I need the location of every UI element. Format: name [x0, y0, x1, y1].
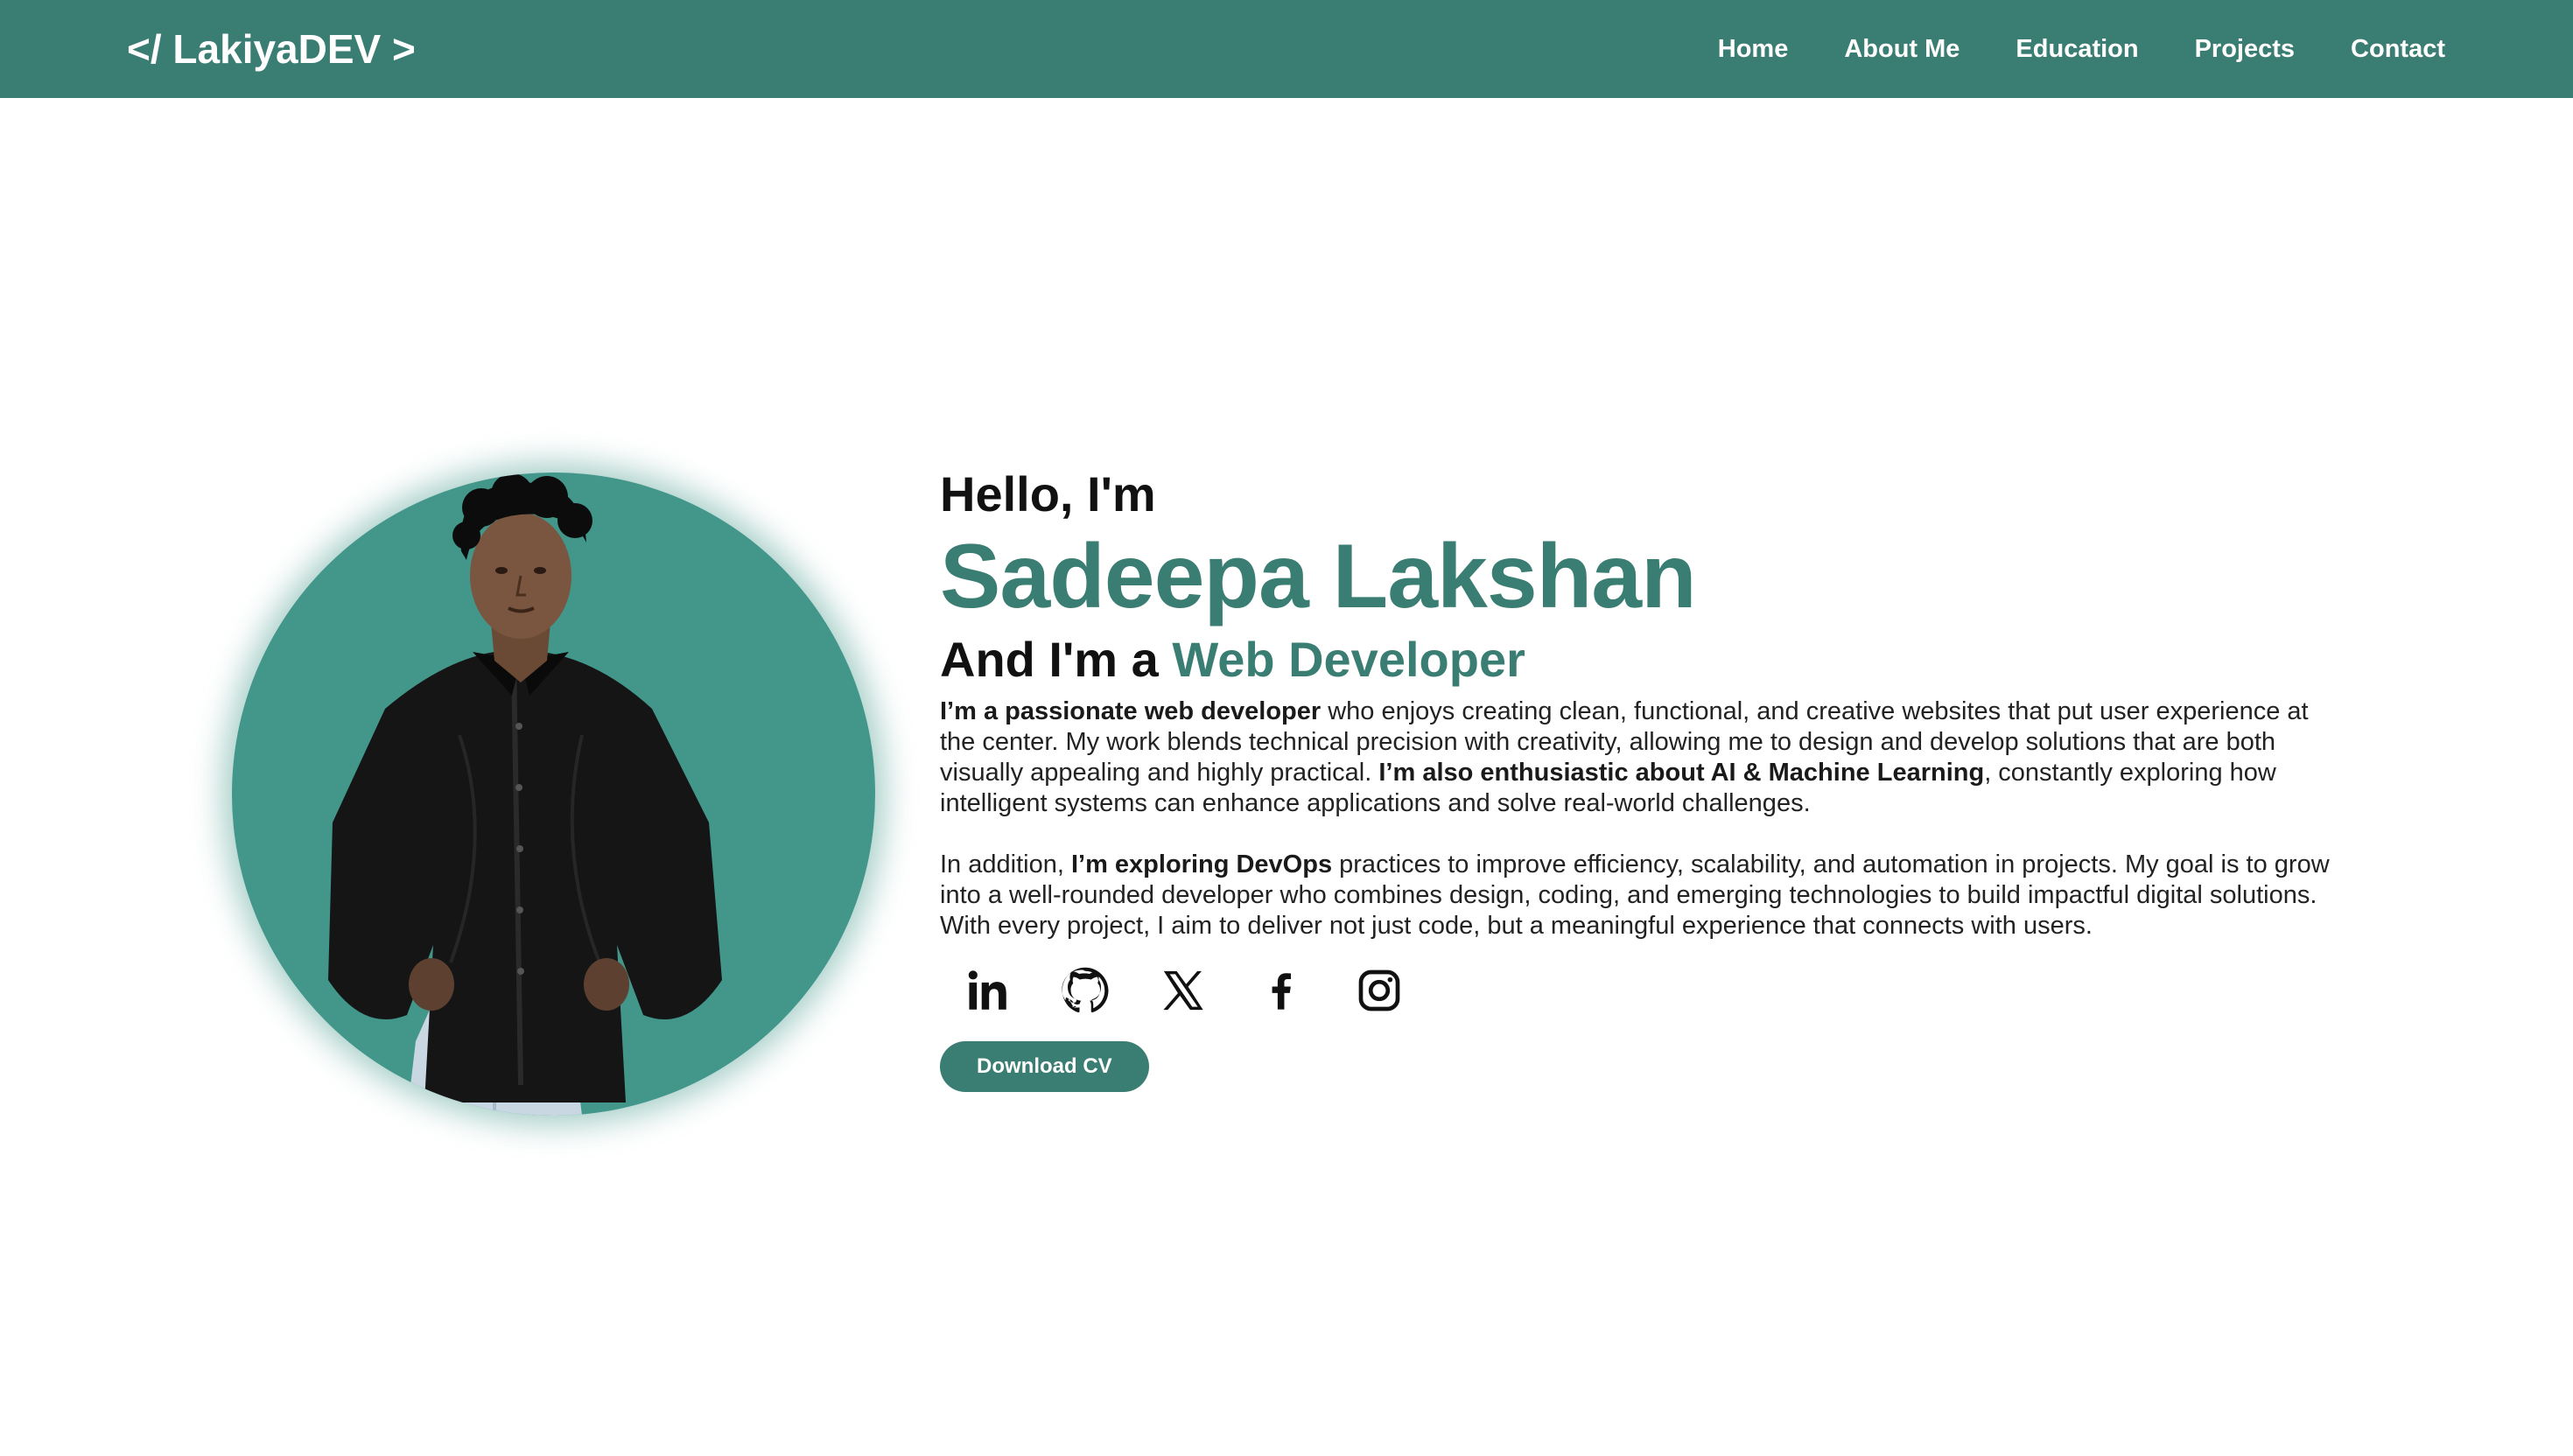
github-icon[interactable]	[1059, 964, 1111, 1017]
about-paragraph-1: I’m a passionate web developer who enjoy…	[940, 696, 2340, 819]
role-highlight: Web Developer	[1172, 632, 1525, 687]
facebook-icon[interactable]	[1255, 964, 1308, 1017]
about-paragraph-2: In addition, I’m exploring DevOps practi…	[940, 850, 2340, 942]
para1-bold-1: I’m a passionate web developer	[940, 697, 1322, 725]
social-links	[961, 962, 2340, 1018]
site-header: </ LakiyaDEV > Home About Me Education P…	[0, 0, 2573, 98]
greeting-text: Hello, I'm	[940, 466, 1156, 522]
para2-text-1: In addition,	[940, 850, 1071, 878]
para1-bold-2: I’m also enthusiastic about AI & Machine…	[1378, 759, 1985, 787]
nav-link-about-me[interactable]: About Me	[1844, 32, 1960, 66]
hero-name: Sadeepa Lakshan	[940, 526, 1697, 627]
nav-link-contact[interactable]: Contact	[2351, 32, 2445, 66]
nav-link-projects[interactable]: Projects	[2195, 32, 2295, 66]
hero-intro: Hello, I'm Sadeepa Lakshan And I'm a Web…	[940, 464, 2340, 1092]
nav-link-home[interactable]: Home	[1718, 32, 1789, 66]
para2-bold-1: I’m exploring DevOps	[1070, 850, 1333, 878]
person-illustration	[328, 473, 722, 1116]
profile-photo	[232, 472, 875, 1116]
linkedin-icon[interactable]	[961, 964, 1013, 1017]
role-prefix: And I'm a	[940, 632, 1173, 687]
nav-link-education[interactable]: Education	[2016, 32, 2138, 66]
instagram-icon[interactable]	[1353, 964, 1406, 1017]
main-nav: Home About Me Education Projects Contact	[1718, 0, 2445, 98]
x-twitter-icon[interactable]	[1157, 964, 1209, 1017]
role-heading: And I'm a Web Developer	[940, 628, 2340, 691]
download-cv-button[interactable]: Download CV	[940, 1041, 1149, 1092]
site-logo[interactable]: </ LakiyaDEV >	[127, 23, 416, 75]
